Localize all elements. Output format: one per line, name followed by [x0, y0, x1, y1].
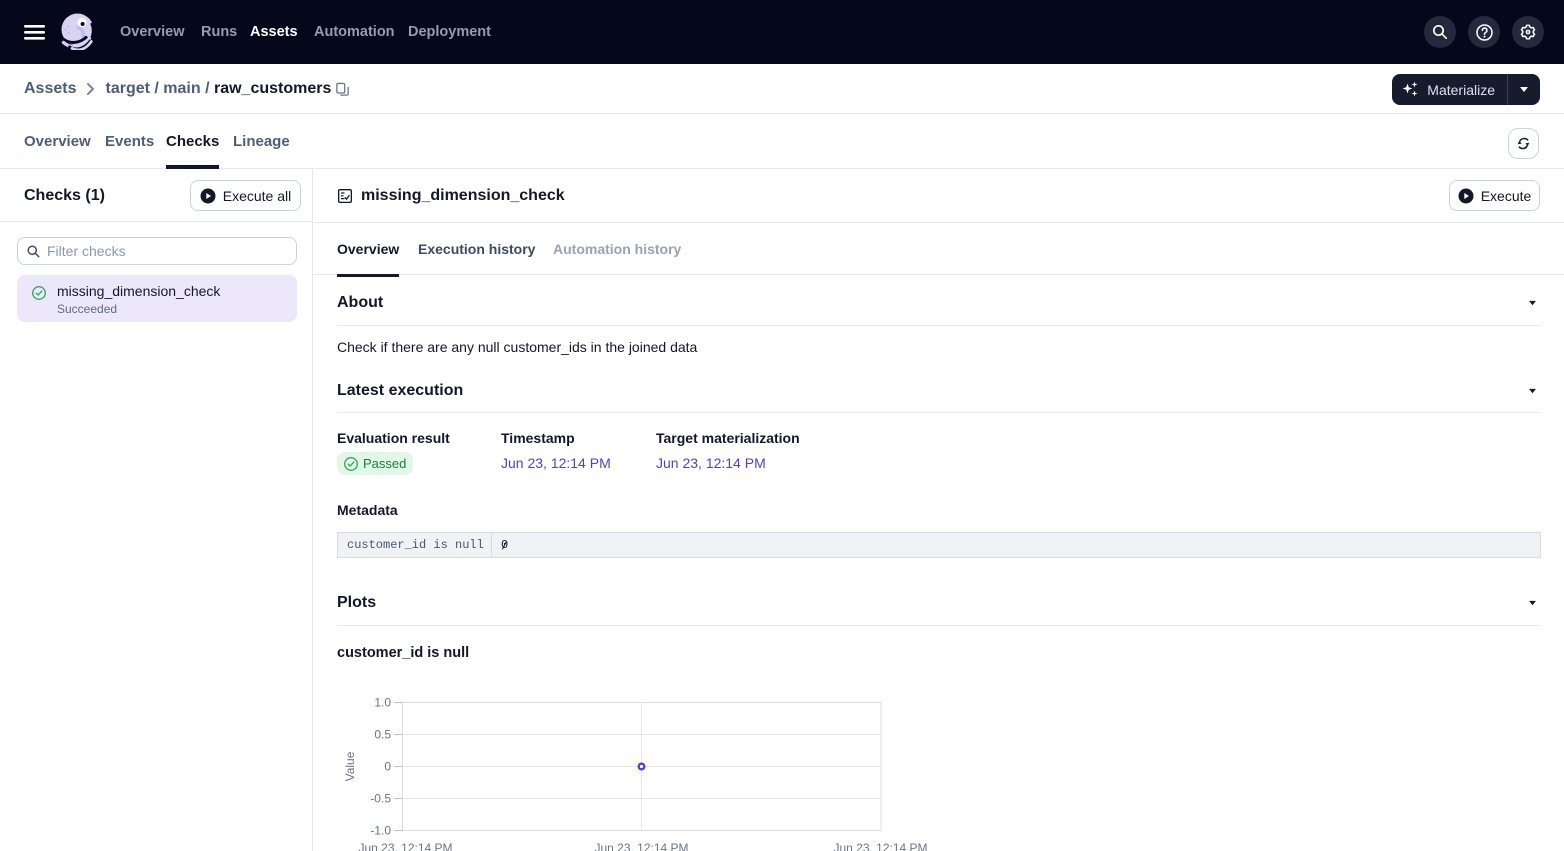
svg-text:-1.0: -1.0: [370, 824, 391, 838]
svg-text:0.5: 0.5: [374, 728, 391, 742]
svg-text:Value: Value: [343, 751, 357, 781]
svg-text:1.0: 1.0: [374, 696, 391, 710]
svg-text:0: 0: [384, 760, 391, 774]
svg-text:Jun 23, 12:14 PM: Jun 23, 12:14 PM: [594, 841, 688, 851]
svg-text:-0.5: -0.5: [370, 792, 391, 806]
svg-text:Jun 23, 12:14 PM: Jun 23, 12:14 PM: [358, 841, 452, 851]
svg-text:Jun 23, 12:14 PM: Jun 23, 12:14 PM: [833, 841, 927, 851]
